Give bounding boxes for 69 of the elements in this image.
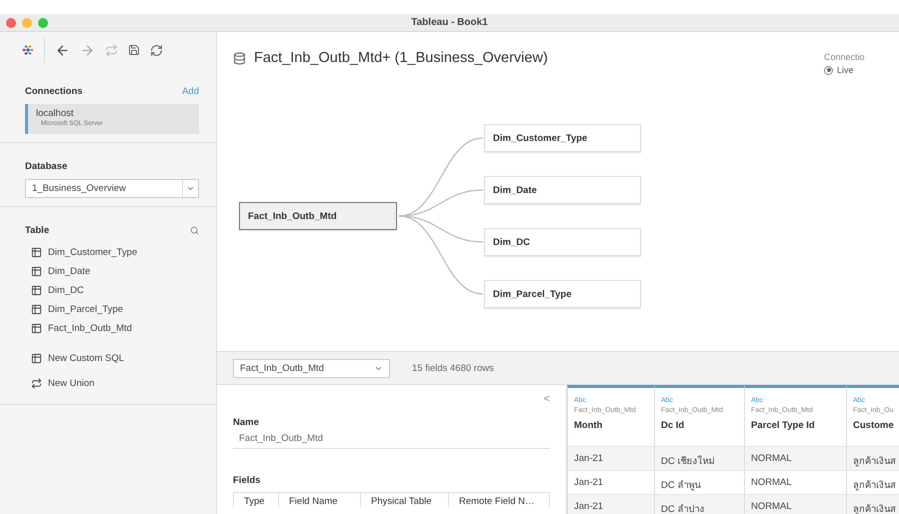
window-title: Tableau - Book1 [411,17,488,28]
name-field[interactable]: Fact_Inb_Outb_Mtd [233,428,550,449]
table-icon [31,304,42,315]
column-name: Dc Id [661,420,686,431]
name-label: Name [233,417,260,428]
grid-cell: ลูกค้าเงินส [846,446,899,470]
refresh-icon[interactable] [150,44,163,56]
grid-cell: Jan-21 [567,494,654,514]
grid-cell: Jan-21 [567,470,654,494]
grid-cell: NORMAL [744,494,846,514]
table-name: Dim_DC [48,285,84,296]
table-dropdown[interactable]: Fact_Inb_Outb_Mtd [233,358,390,378]
column-header[interactable]: Physical Table [360,493,448,507]
data-source-title: Fact_Inb_Outb_Mtd+ (1_Business_Overview) [254,50,548,66]
table-name: Dim_Customer_Type [48,247,138,258]
collapse-button[interactable]: < [544,393,550,405]
table-item[interactable]: Fact_Inb_Outb_Mtd [25,319,199,338]
joined-table-node[interactable]: Dim_Parcel_Type [484,280,641,308]
save-icon[interactable] [128,44,140,56]
column-name: Parcel Type Id [751,420,816,431]
grid-cell: NORMAL [744,446,846,470]
grid-cell: ลูกค้าเงินส [846,470,899,494]
table-item[interactable]: Dim_Customer_Type [25,243,199,262]
table-name: Fact_Inb_Outb_Mtd [48,323,132,334]
table-name: Dim_Parcel_Type [48,304,123,315]
table-heading: Table [25,225,50,236]
grid-cell: NORMAL [744,470,846,494]
table-item[interactable]: Dim_Date [25,262,199,281]
database-dropdown[interactable]: 1_Business_Overview [25,179,199,198]
joined-table-node[interactable]: Dim_Customer_Type [484,124,641,152]
column-name: Custome [853,420,895,431]
data-source-icon[interactable] [233,52,246,64]
root-table-node[interactable]: Fact_Inb_Outb_Mtd [239,202,397,230]
action-label: New Union [48,378,94,389]
table-icon [31,266,42,277]
database-heading: Database [25,161,68,172]
close-button[interactable] [6,18,16,28]
column-header[interactable]: Remote Field N… [448,493,549,507]
table-icon [31,285,42,296]
grid-cell: DC ลำพูน [654,470,744,494]
action-item[interactable]: New Custom SQL [25,346,199,371]
union-icon [31,378,42,389]
column-header[interactable]: Type [234,493,278,507]
table-item[interactable]: Dim_Parcel_Type [25,300,199,319]
search-icon[interactable] [190,226,199,235]
connection-name: localhost [36,108,74,119]
column-header[interactable]: Field Name [278,493,360,507]
joined-table-node[interactable]: Dim_DC [484,228,641,256]
action-item[interactable]: New Union [25,371,199,396]
table-icon [31,247,42,258]
column-name: Month [574,420,604,431]
custom-sql-icon [31,353,42,364]
app-logo-icon[interactable] [22,44,34,56]
grid-cell: Jan-21 [567,446,654,470]
action-label: New Custom SQL [48,353,124,364]
connection-label: Connectio [824,52,865,62]
table-summary: 15 fields 4680 rows [412,362,494,374]
radio-label: Live [837,65,854,75]
connections-heading: Connections [25,86,83,97]
radio-button[interactable] [824,66,833,74]
table-name: Dim_Date [48,266,90,277]
grid-cell: DC ลำปาง [654,494,744,514]
grid-cell: DC เชียงใหม่ [654,446,744,470]
table-item[interactable]: Dim_DC [25,281,199,300]
caret-icon [186,184,195,193]
fields-label: Fields [233,475,262,486]
table-icon [31,323,42,334]
joined-table-node[interactable]: Dim_Date [484,176,641,204]
back-icon[interactable] [55,42,70,58]
